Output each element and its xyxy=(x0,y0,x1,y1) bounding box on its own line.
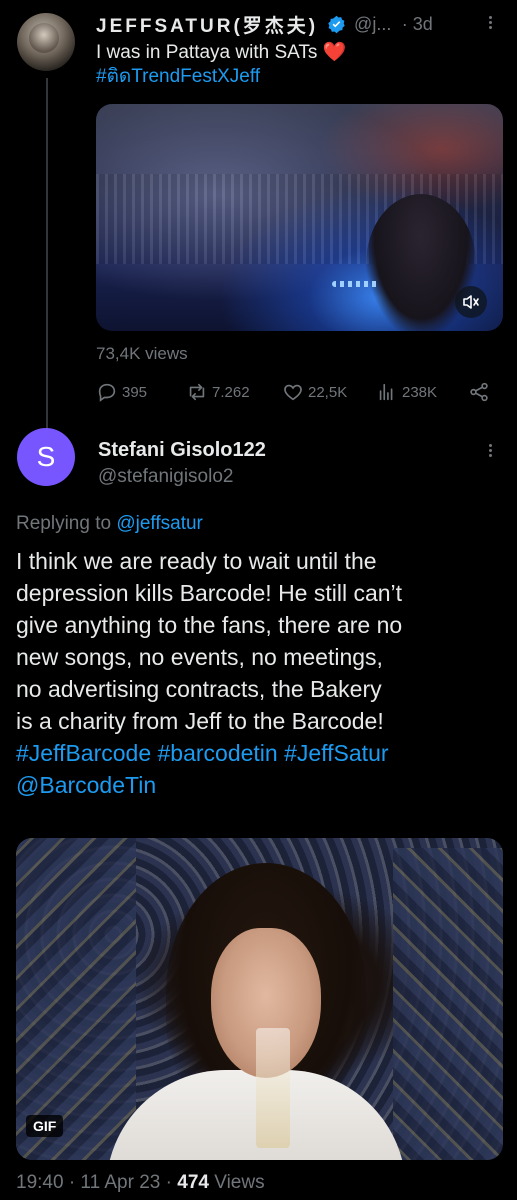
tweet-text-line: I was in Pattaya with SATs xyxy=(96,42,318,63)
replying-prefix: Replying to xyxy=(16,513,112,534)
verified-badge-icon xyxy=(327,15,345,34)
tweet-header: JEFFSATUR(罗杰夫) @j... · 3d xyxy=(96,11,506,39)
reply-count: 395 xyxy=(122,383,148,401)
tweet-text-line: is a charity from Jeff to the Barcode! xyxy=(16,708,384,734)
views-count: 238K xyxy=(402,383,438,401)
stage-lights xyxy=(332,281,380,287)
view-label: Views xyxy=(214,1172,265,1193)
repost-button[interactable]: 7.262 xyxy=(186,380,250,404)
like-icon xyxy=(284,384,302,401)
more-icon[interactable] xyxy=(487,14,493,34)
more-icon[interactable] xyxy=(487,442,493,462)
tweet-text: I was in Pattaya with SATs ❤️ #ติดTrendF… xyxy=(96,41,496,89)
share-button[interactable] xyxy=(468,380,490,404)
reply-button[interactable]: 395 xyxy=(96,380,147,404)
hashtag-link[interactable]: #ติดTrendFestXJeff xyxy=(96,66,260,87)
tweet-text: I think we are ready to wait until the d… xyxy=(16,545,506,801)
handle[interactable]: @j... xyxy=(354,14,391,35)
display-name[interactable]: JEFFSATUR(罗杰夫) xyxy=(96,11,318,38)
handle[interactable]: @stefanigisolo2 xyxy=(98,466,233,488)
mention-link[interactable]: @BarcodeTin xyxy=(16,769,506,801)
video-views: 73,4K views xyxy=(96,344,188,363)
thread-line xyxy=(46,78,48,430)
views-icon xyxy=(379,383,393,401)
heart-emoji: ❤️ xyxy=(322,42,347,63)
post-time[interactable]: · 3d xyxy=(402,14,433,35)
replying-to-link[interactable]: @jeffsatur xyxy=(116,513,203,534)
mute-button[interactable] xyxy=(455,286,487,318)
like-button[interactable]: 22,5K xyxy=(282,380,347,404)
tweet-text-line: I think we are ready to wait until the xyxy=(16,548,377,574)
share-icon xyxy=(470,382,488,402)
views-button[interactable]: 238K xyxy=(376,380,437,404)
seat-left xyxy=(16,838,136,1160)
seat-right xyxy=(393,848,503,1160)
repost-count: 7.262 xyxy=(212,383,250,401)
avatar[interactable]: S xyxy=(17,428,75,486)
like-count: 22,5K xyxy=(308,383,348,401)
mute-icon xyxy=(463,295,479,309)
tweet-text-line: no advertising contracts, the Bakery xyxy=(16,676,382,702)
tweet-meta: 19:40 · 11 Apr 23 · 474 Views xyxy=(16,1172,265,1194)
hashtag-links[interactable]: #JeffBarcode #barcodetin #JeffSatur xyxy=(16,737,506,769)
avatar-letter: S xyxy=(36,441,56,472)
view-count: 474 xyxy=(177,1172,209,1193)
tweet-text-line: new songs, no events, no meetings, xyxy=(16,644,383,670)
avatar[interactable] xyxy=(17,13,75,71)
video-player[interactable] xyxy=(96,104,503,331)
tweet-text-line: give anything to the fans, there are no xyxy=(16,612,403,638)
repost-icon xyxy=(189,383,205,401)
gif-media[interactable]: GIF xyxy=(16,838,503,1160)
replying-to: Replying to @jeffsatur xyxy=(16,513,203,535)
gif-badge: GIF xyxy=(26,1115,64,1137)
gif-glass xyxy=(256,1028,290,1148)
tweet-text-line: depression kills Barcode! He still can’t xyxy=(16,580,403,606)
action-bar: 395 7.262 22,5K 238K xyxy=(96,380,496,404)
timestamp[interactable]: 19:40 · 11 Apr 23 · xyxy=(16,1172,172,1193)
display-name[interactable]: Stefani Gisolo122 xyxy=(98,439,266,462)
reply-icon xyxy=(98,383,116,402)
